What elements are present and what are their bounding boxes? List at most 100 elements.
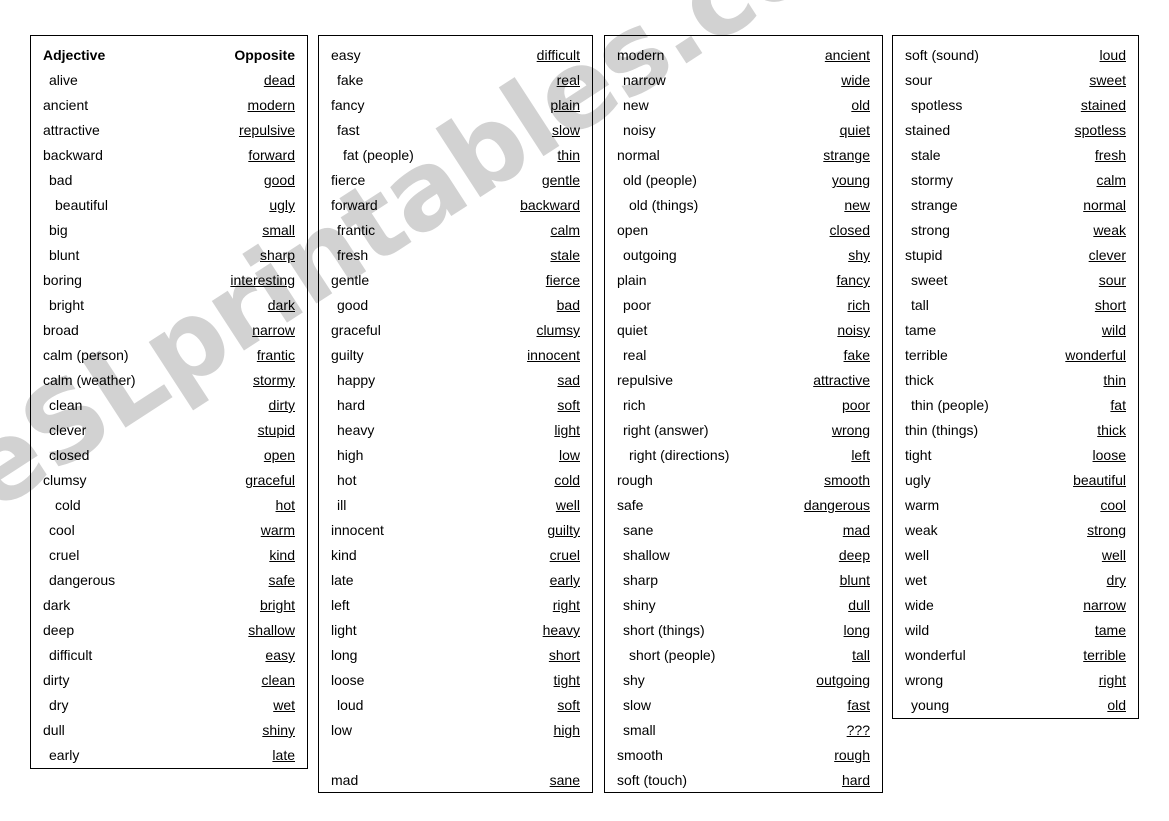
word-pair-row: short (people) tall	[617, 643, 870, 668]
adjective-word: dull	[43, 722, 65, 738]
opposite-word: interesting	[230, 272, 295, 288]
adjective-word: ugly	[905, 472, 931, 488]
opposite-word: warm	[260, 522, 295, 538]
word-pair-row: right (directions) left	[617, 443, 870, 468]
adjective-word: right (directions)	[629, 447, 730, 463]
adjective-word: young	[911, 697, 950, 713]
opposite-word: slow	[551, 122, 580, 138]
opposite-word: safe	[268, 572, 295, 588]
word-pair-row: stormy calm	[905, 168, 1126, 193]
word-pair-row: thick thin	[905, 368, 1126, 393]
word-pair-row: difficult easy	[43, 643, 295, 668]
opposite-word: clumsy	[536, 322, 580, 338]
word-pair-row: sweet sour	[905, 268, 1126, 293]
word-pair-row: bad good	[43, 168, 295, 193]
opposite-word: wonderful	[1065, 347, 1126, 363]
opposite-word: wet	[273, 697, 295, 713]
opposite-word: bright	[259, 597, 295, 613]
opposite-word: outgoing	[816, 672, 870, 688]
opposite-word: difficult	[536, 47, 580, 63]
word-pair-row: dirty clean	[43, 668, 295, 693]
word-pair-row: dangerous safe	[43, 568, 295, 593]
adjective-word: sane	[623, 522, 654, 538]
adjective-word: clean	[49, 397, 83, 413]
adjective-word: stormy	[911, 172, 953, 188]
opposite-word: soft	[557, 397, 580, 413]
adjective-word: strong	[911, 222, 950, 238]
word-pair-row: loud soft	[331, 693, 580, 718]
word-pair-row: blunt sharp	[43, 243, 295, 268]
word-pair-row: long short	[331, 643, 580, 668]
adjective-word: old (things)	[629, 197, 699, 213]
adjective-word: spotless	[911, 97, 963, 113]
adjective-word: fierce	[331, 172, 366, 188]
opposite-word: shiny	[262, 722, 295, 738]
adjective-word: thin (people)	[911, 397, 989, 413]
adjective-word: normal	[617, 147, 660, 163]
adjective-word: quiet	[617, 322, 648, 338]
opposite-word: guilty	[547, 522, 580, 538]
adjective-word: fresh	[337, 247, 369, 263]
opposite-word: hard	[841, 772, 870, 788]
word-pair-row: young old	[905, 693, 1126, 718]
adjective-word: sour	[905, 72, 933, 88]
word-pair-row: wet dry	[905, 568, 1126, 593]
adjective-word: long	[331, 647, 358, 663]
adjective-word: frantic	[337, 222, 376, 238]
opposite-word: ???	[846, 722, 870, 738]
opposite-word: poor	[841, 397, 870, 413]
word-pair-row: late early	[331, 568, 580, 593]
opposite-word: loud	[1099, 47, 1126, 63]
adjective-word: wonderful	[905, 647, 966, 663]
adjective-word: stale	[911, 147, 941, 163]
word-pair-row: slow fast	[617, 693, 870, 718]
opposite-word: dark	[267, 297, 295, 313]
word-pair-row: graceful clumsy	[331, 318, 580, 343]
opposite-word: stained	[1080, 97, 1126, 113]
word-pair-row: shiny dull	[617, 593, 870, 618]
word-pair-row: frantic calm	[331, 218, 580, 243]
opposite-word: right	[1098, 672, 1126, 688]
adjective-word: wet	[905, 572, 927, 588]
word-list-column-4: soft (sound) loud sour sweet spotless stained…	[892, 35, 1139, 719]
opposite-word: mad	[842, 522, 870, 538]
opposite-word: calm	[550, 222, 580, 238]
word-pair-row: calm (person) frantic	[43, 343, 295, 368]
opposite-word: fake	[843, 347, 870, 363]
word-pair-row: fast slow	[331, 118, 580, 143]
word-pair-row: clever stupid	[43, 418, 295, 443]
adjective-word: tall	[911, 297, 929, 313]
opposite-word: ugly	[269, 197, 295, 213]
adjective-word: slow	[623, 697, 652, 713]
word-pair-row: boring interesting	[43, 268, 295, 293]
adjective-word: beautiful	[55, 197, 108, 213]
adjective-word: new	[623, 97, 649, 113]
word-pair-row: tame wild	[905, 318, 1126, 343]
opposite-word: late	[272, 747, 295, 763]
word-pair-row: noisy quiet	[617, 118, 870, 143]
opposite-word: repulsive	[238, 122, 295, 138]
word-pair-row: bright dark	[43, 293, 295, 318]
word-pair-row: cruel kind	[43, 543, 295, 568]
word-pair-row: safe dangerous	[617, 493, 870, 518]
adjective-word: ill	[337, 497, 347, 513]
word-pair-row: tight loose	[905, 443, 1126, 468]
adjective-word: noisy	[623, 122, 656, 138]
opposite-word: plain	[550, 97, 580, 113]
word-pair-row: kind cruel	[331, 543, 580, 568]
adjective-word: closed	[49, 447, 90, 463]
opposite-word: left	[851, 447, 870, 463]
word-pair-row: warm cool	[905, 493, 1126, 518]
opposite-word: young	[831, 172, 870, 188]
adjective-word: rich	[623, 397, 646, 413]
opposite-word: calm	[1096, 172, 1126, 188]
word-pair-row: fancy plain	[331, 93, 580, 118]
adjective-word: late	[331, 572, 354, 588]
word-pair-row: rough smooth	[617, 468, 870, 493]
adjective-word: ancient	[43, 97, 89, 113]
word-pair-row: tall short	[905, 293, 1126, 318]
adjective-word: early	[49, 747, 80, 763]
header-opposite-label: Opposite	[234, 47, 295, 63]
word-pair-row: light heavy	[331, 618, 580, 643]
word-pair-row: wonderful terrible	[905, 643, 1126, 668]
